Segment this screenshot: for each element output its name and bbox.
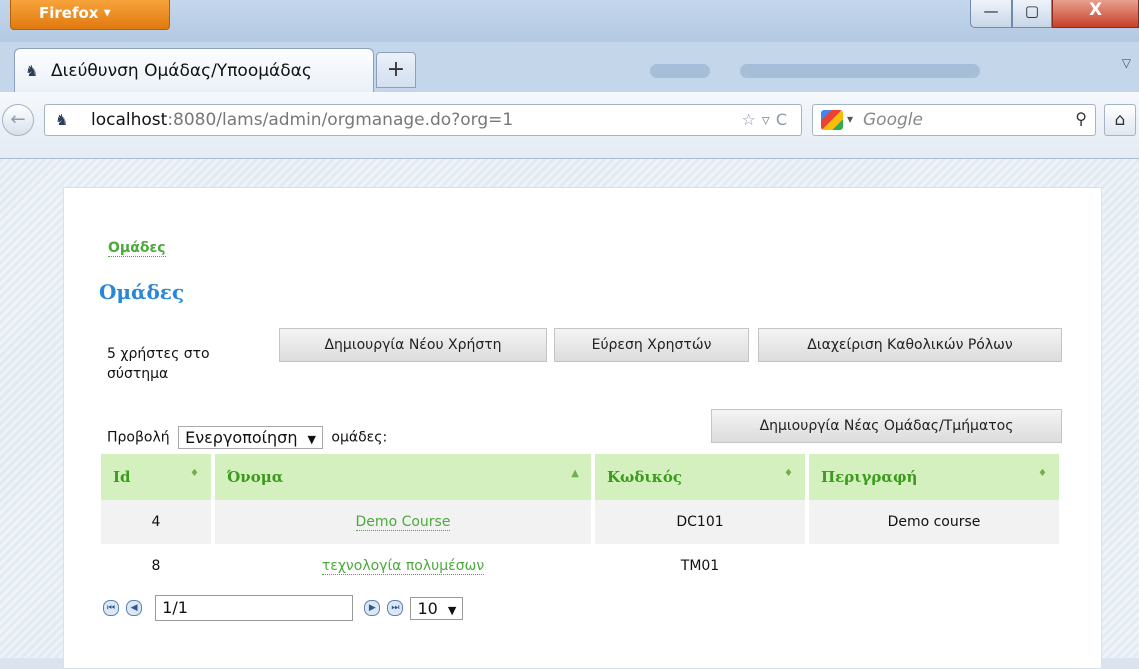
page-size-value: 10 xyxy=(417,598,438,618)
chevron-down-icon: ▼ xyxy=(103,8,111,19)
chevron-down-icon: ▼ xyxy=(307,433,316,446)
group-link[interactable]: τεχνολογία πολυμέσων xyxy=(321,558,485,575)
table-pager: ⏮ ◀ 1/1 ▶ ⏭ 10 ▼ xyxy=(103,595,464,625)
group-link[interactable]: Demo Course xyxy=(355,514,451,531)
page-number-input[interactable]: 1/1 xyxy=(155,595,354,621)
sort-icon: ♦ xyxy=(1038,468,1047,479)
home-button[interactable]: ⌂ xyxy=(1104,104,1136,136)
group-state-select[interactable]: Ενεργοποίηση ▼ xyxy=(178,426,323,449)
cell-code: DC101 xyxy=(591,500,807,544)
navigation-toolbar: ← ♞ localhost:8080/lams/admin/orgmanage.… xyxy=(0,92,1139,159)
cell-code: TM01 xyxy=(591,544,807,588)
user-count-text: 5 χρήστες στο σύστημα xyxy=(107,346,210,382)
firefox-menu-button[interactable]: Firefox ▼ xyxy=(10,0,170,30)
maximize-icon: ▢ xyxy=(1024,2,1040,20)
cell-name: τεχνολογία πολυμέσων xyxy=(211,544,593,588)
group-filter-row: Προβολή Ενεργοποίηση ▼ ομάδες: xyxy=(107,426,387,449)
lams-favicon-icon: ♞ xyxy=(25,62,39,80)
url-bar[interactable]: ♞ localhost:8080/lams/admin/orgmanage.do… xyxy=(44,104,802,136)
filter-prefix: Προβολή xyxy=(107,429,170,446)
url-host: localhost xyxy=(91,110,168,130)
chevron-down-icon: ▼ xyxy=(447,603,457,617)
tab-title: Διεύθυνση Ομάδας/Υποομάδας xyxy=(51,61,312,81)
tab-list-icon[interactable]: ▽ xyxy=(1122,56,1131,70)
breadcrumb[interactable]: Ομάδες xyxy=(108,240,166,257)
groups-table: Id ♦ Όνομα ▲ Κωδικός ♦ Περιγραφή ♦ 4 Demo Co… xyxy=(101,454,1059,588)
site-identity-icon: ♞ xyxy=(55,111,69,129)
cell-name: Demo Course xyxy=(211,500,593,544)
background-window-title xyxy=(650,64,710,78)
filter-suffix: ομάδες: xyxy=(331,429,388,446)
sort-ascending-icon: ▲ xyxy=(571,468,579,479)
global-roles-button[interactable]: Διαχείριση Καθολικών Ρόλων xyxy=(758,328,1062,362)
page-viewport: Ομάδες Ομάδες 5 χρήστες στο σύστημα Δημι… xyxy=(0,159,1139,669)
next-page-icon[interactable]: ▶ xyxy=(364,600,381,616)
search-icon[interactable]: ⚲ xyxy=(1075,109,1087,128)
firefox-menu-label: Firefox xyxy=(39,4,99,22)
url-text: localhost:8080/lams/admin/orgmanage.do?o… xyxy=(91,110,513,130)
header-label: Id xyxy=(113,468,131,486)
window-titlebar: Firefox ▼ — ▢ X xyxy=(0,0,1139,42)
chevron-down-icon[interactable]: ▾ xyxy=(847,112,853,126)
close-icon: X xyxy=(1088,0,1103,20)
cell-description: Demo course xyxy=(805,500,1059,544)
first-page-icon[interactable]: ⏮ xyxy=(103,600,119,616)
column-header-name[interactable]: Όνομα ▲ xyxy=(211,454,593,500)
background-window-title xyxy=(740,64,980,78)
table-row: 4 Demo Course DC101 Demo course xyxy=(101,500,1059,544)
bookmark-star-reload-icons[interactable]: ☆▿C xyxy=(741,110,793,129)
back-button[interactable]: ← xyxy=(2,104,34,136)
cell-description xyxy=(805,544,1059,588)
tab-strip: ♞ Διεύθυνση Ομάδας/Υποομάδας + ▽ xyxy=(0,42,1139,92)
create-user-button[interactable]: Δημιουργία Νέου Χρήστη xyxy=(279,328,547,362)
sort-icon: ♦ xyxy=(784,468,793,479)
header-label: Περιγραφή xyxy=(821,468,918,486)
header-label: Κωδικός xyxy=(607,468,682,486)
cell-id: 8 xyxy=(101,544,213,588)
group-state-value: Ενεργοποίηση xyxy=(185,428,298,447)
table-header-row: Id ♦ Όνομα ▲ Κωδικός ♦ Περιγραφή ♦ xyxy=(101,454,1059,500)
cell-id: 4 xyxy=(101,500,213,544)
maximize-button[interactable]: ▢ xyxy=(1012,0,1052,28)
page-title: Ομάδες xyxy=(99,280,185,304)
google-logo-icon[interactable] xyxy=(821,110,843,130)
table-row: 8 τεχνολογία πολυμέσων TM01 xyxy=(101,544,1059,588)
new-tab-button[interactable]: + xyxy=(376,52,416,88)
create-group-button[interactable]: Δημιουργία Νέας Ομάδας/Τμήματος xyxy=(711,409,1062,443)
header-label: Όνομα xyxy=(227,468,284,486)
previous-page-icon[interactable]: ◀ xyxy=(126,600,143,616)
search-placeholder: Google xyxy=(863,110,923,130)
find-users-button[interactable]: Εύρεση Χρηστών xyxy=(554,328,749,362)
search-bar[interactable]: ▾ Google ⚲ xyxy=(812,104,1096,136)
sort-icon: ♦ xyxy=(190,468,199,479)
column-header-id[interactable]: Id ♦ xyxy=(101,454,213,500)
last-page-icon[interactable]: ⏭ xyxy=(387,600,404,616)
column-header-description[interactable]: Περιγραφή ♦ xyxy=(805,454,1059,500)
page-size-select[interactable]: 10 ▼ xyxy=(410,596,464,620)
url-path: :8080/lams/admin/orgmanage.do?org=1 xyxy=(167,110,514,130)
tab-active[interactable]: ♞ Διεύθυνση Ομάδας/Υποομάδας xyxy=(14,48,374,92)
home-icon: ⌂ xyxy=(1114,110,1126,130)
minimize-button[interactable]: — xyxy=(970,0,1012,28)
column-header-code[interactable]: Κωδικός ♦ xyxy=(591,454,807,500)
content-panel: Ομάδες Ομάδες 5 χρήστες στο σύστημα Δημι… xyxy=(63,187,1102,669)
close-window-button[interactable]: X xyxy=(1052,0,1139,28)
minimize-icon: — xyxy=(983,2,999,20)
arrow-left-icon: ← xyxy=(10,109,26,130)
